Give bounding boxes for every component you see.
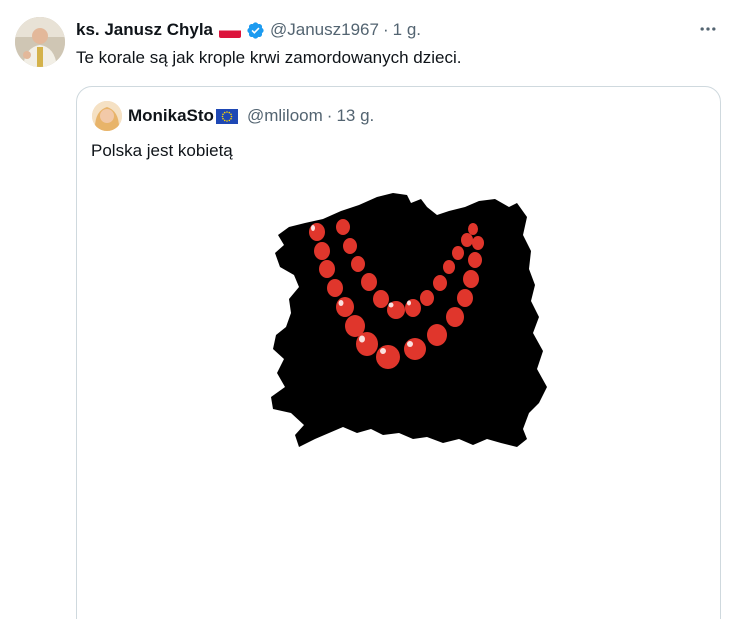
verified-badge-icon[interactable] (246, 21, 265, 40)
poland-flag-icon (219, 22, 242, 38)
quote-timestamp[interactable]: 13 g. (336, 106, 374, 126)
author-avatar[interactable] (15, 17, 65, 67)
quote-header: MonikaSto @mliloom · 13 g. (128, 104, 374, 128)
quote-author-handle[interactable]: @mliloom (247, 106, 323, 126)
tweet[interactable]: ks. Janusz Chyla @Janusz1967 · 1 g. Te k… (0, 0, 733, 619)
quote-author-name[interactable]: MonikaSto (128, 106, 214, 126)
tweet-header: ks. Janusz Chyla @Janusz1967 · 1 g. (76, 18, 421, 42)
eu-flag-icon (215, 108, 238, 124)
author-handle[interactable]: @Janusz1967 (270, 20, 379, 40)
tweet-timestamp[interactable]: 1 g. (393, 20, 421, 40)
author-name[interactable]: ks. Janusz Chyla (76, 20, 213, 40)
quote-text: Polska jest kobietą (91, 141, 233, 160)
quote-separator-dot: · (326, 106, 333, 125)
separator-dot: · (382, 20, 389, 39)
quote-author-avatar[interactable] (92, 101, 122, 131)
more-horizontal-icon[interactable] (697, 18, 719, 40)
quoted-tweet[interactable]: MonikaSto @mliloom · 13 g. Polska jest k… (76, 86, 721, 619)
tweet-text: Te korale są jak krople krwi zamordowany… (76, 48, 462, 67)
quote-media-image[interactable] (77, 177, 720, 619)
